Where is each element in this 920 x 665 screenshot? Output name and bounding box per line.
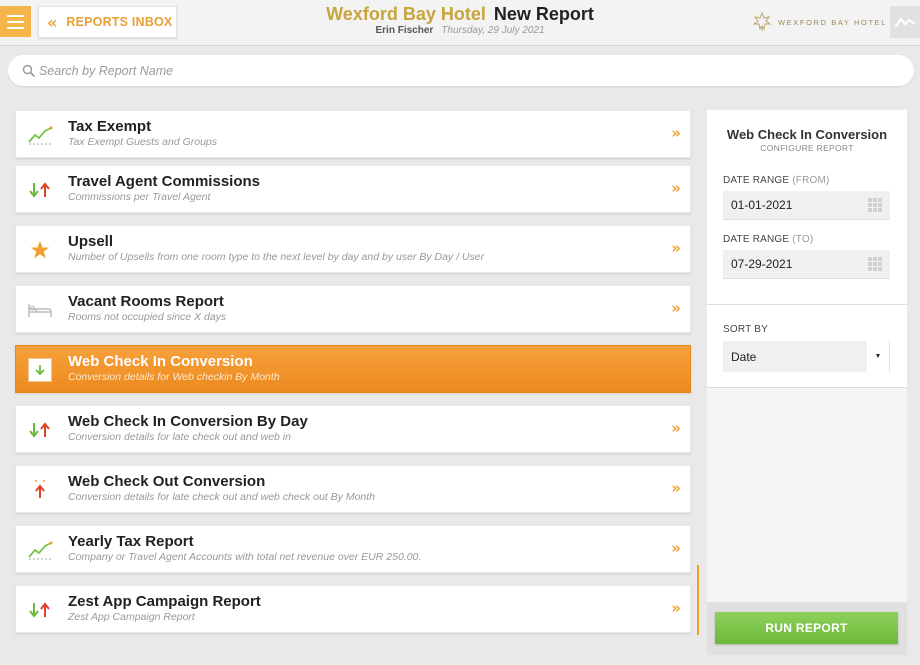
double-chevron-right-icon: » [671,479,681,497]
double-chevron-right-icon: » [671,599,681,617]
line-graph-icon [895,18,915,27]
double-chevron-right-icon: » [671,299,681,317]
sort-by-select[interactable]: Date ▼ [723,341,890,372]
run-report-button[interactable]: RUN REPORT [715,612,898,644]
sort-section: SORT BY Date ▼ [707,305,907,388]
panel-title: Web Check In Conversion [726,127,888,142]
date-from-value: 01-01-2021 [731,198,793,212]
list-scrollbar[interactable] [697,565,699,635]
double-chevron-right-icon: » [671,539,681,557]
report-desc: Conversion details for late check out an… [68,491,376,503]
analytics-button[interactable] [890,6,920,38]
report-desc: Conversion details for late check out an… [68,431,291,443]
double-chevron-right-icon: » [671,419,681,437]
report-name: Yearly Tax Report [68,533,194,550]
search-icon [22,64,35,77]
report-name: Travel Agent Commissions [68,173,260,190]
date-from-field[interactable]: 01-01-2021 [723,191,890,220]
report-desc: Zest App Campaign Report [68,611,195,623]
report-name: Zest App Campaign Report [68,593,261,610]
current-date: Thursday, 29 July 2021 [441,25,545,36]
bed-icon [26,298,54,322]
date-to-value: 07-29-2021 [731,257,793,271]
report-title: New Report [493,4,594,24]
hotel-name: Wexford Bay Hotel [326,4,486,24]
search-bar [8,55,914,86]
report-item-web-check-in-conversion[interactable]: Web Check In Conversion Conversion detai… [15,345,691,393]
report-name: Web Check In Conversion By Day [68,413,308,430]
trend-chart-icon [26,538,54,562]
star-icon [26,238,54,262]
brand-logo: WEXFORD BAY HOTEL [752,12,887,32]
sort-by-label: SORT BY [723,324,768,335]
up-down-arrows-icon [26,178,54,202]
report-item-upsell[interactable]: Upsell Number of Upsells from one room t… [15,225,691,273]
report-desc: Commissions per Travel Agent [68,191,211,203]
report-name: Web Check Out Conversion [68,473,266,490]
date-to-label: DATE RANGE (TO) [723,234,814,245]
report-desc: Rooms not occupied since X days [68,311,227,323]
report-item-zest-app-campaign[interactable]: Zest App Campaign Report Zest App Campai… [15,585,691,633]
caret-down-icon: ▼ [867,341,889,372]
trend-chart-icon [26,123,54,147]
up-down-arrows-icon [26,418,54,442]
report-name: Vacant Rooms Report [68,293,224,310]
report-item-travel-agent-commissions[interactable]: Travel Agent Commissions Commissions per… [15,165,691,213]
double-chevron-right-icon: » [671,239,681,257]
report-item-yearly-tax-report[interactable]: Yearly Tax Report Company or Travel Agen… [15,525,691,573]
sort-by-value: Date [731,349,757,364]
search-input[interactable] [39,63,839,78]
report-desc: Tax Exempt Guests and Groups [68,136,218,148]
double-chevron-right-icon: » [671,124,681,142]
up-arrow-icon [26,478,54,502]
report-item-tax-exempt[interactable]: Tax Exempt Tax Exempt Guests and Groups … [15,110,691,158]
brand-text: WEXFORD BAY HOTEL [778,17,888,27]
leaf-logo-icon [752,12,772,31]
configure-report-panel: Web Check In Conversion CONFIGURE REPORT… [707,110,907,655]
user-name: Erin Fischer [375,25,434,36]
report-item-vacant-rooms[interactable]: Vacant Rooms Report Rooms not occupied s… [15,285,691,333]
report-desc: Number of Upsells from one room type to … [68,251,485,263]
report-desc: Conversion details for Web checkin By Mo… [68,371,280,383]
date-from-label: DATE RANGE (FROM) [723,175,830,186]
date-to-field[interactable]: 07-29-2021 [723,250,890,279]
report-name: Web Check In Conversion [68,353,253,370]
report-item-web-check-in-conversion-by-day[interactable]: Web Check In Conversion By Day Conversio… [15,405,691,453]
panel-subtitle: CONFIGURE REPORT [760,143,854,153]
report-name: Upsell [68,233,114,250]
up-down-arrows-icon [26,598,54,622]
report-desc: Company or Travel Agent Accounts with to… [68,551,422,563]
calendar-icon[interactable] [868,198,884,213]
report-item-web-check-out-conversion[interactable]: Web Check Out Conversion Conversion deta… [15,465,691,513]
download-icon [26,358,54,382]
calendar-icon[interactable] [868,257,884,272]
top-header: « REPORTS INBOX Wexford Bay Hotel New Rep… [0,0,920,46]
report-name: Tax Exempt [68,118,152,135]
double-chevron-right-icon: » [671,179,681,197]
